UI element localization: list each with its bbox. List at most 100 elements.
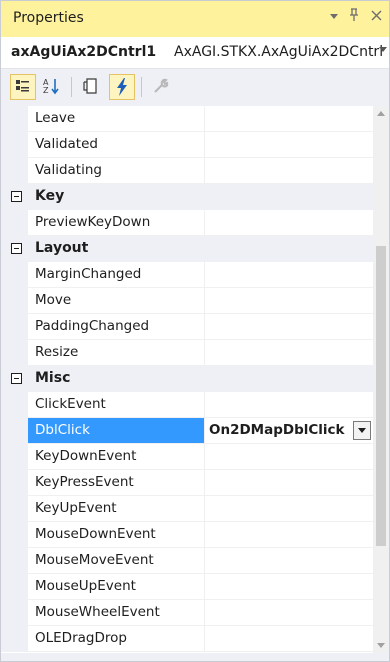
property-name: MouseMoveEvent bbox=[35, 552, 154, 568]
column-divider[interactable] bbox=[204, 418, 205, 444]
lightning-icon bbox=[117, 78, 127, 96]
property-row[interactable]: KeyUpEvent bbox=[1, 496, 373, 522]
object-selector[interactable]: axAgUiAx2DCntrl1 AxAGI.STKX.AxAgUiAx2DCn… bbox=[1, 37, 389, 69]
wrench-icon bbox=[154, 78, 169, 93]
row-gutter bbox=[1, 132, 28, 158]
column-divider[interactable] bbox=[204, 470, 205, 496]
property-row[interactable]: OLEDragDrop bbox=[1, 626, 373, 652]
row-gutter bbox=[1, 288, 28, 314]
row-gutter bbox=[1, 340, 28, 366]
column-divider[interactable] bbox=[204, 626, 205, 652]
property-name: Move bbox=[35, 292, 72, 308]
property-row[interactable]: MouseWheelEvent bbox=[1, 600, 373, 626]
property-row-selected[interactable]: DblClick On2DMapDblClick bbox=[1, 418, 373, 444]
property-row[interactable]: Validating bbox=[1, 158, 373, 184]
category-row[interactable]: Misc bbox=[1, 366, 373, 392]
collapse-toggle-icon[interactable] bbox=[11, 243, 22, 254]
events-button[interactable] bbox=[109, 74, 135, 100]
property-name: KeyPressEvent bbox=[35, 474, 134, 490]
property-row[interactable]: ClickEvent bbox=[1, 392, 373, 418]
property-name: KeyDownEvent bbox=[35, 448, 137, 464]
property-grid: Leave Validated Validating Key PreviewKeyDow… bbox=[1, 106, 389, 653]
category-label: Misc bbox=[35, 370, 71, 386]
property-row[interactable]: KeyDownEvent bbox=[1, 444, 373, 470]
column-divider[interactable] bbox=[204, 132, 205, 158]
title-bar: Properties bbox=[1, 1, 389, 37]
close-icon[interactable] bbox=[367, 8, 385, 28]
property-row[interactable]: MouseDownEvent bbox=[1, 522, 373, 548]
category-row[interactable]: Key bbox=[1, 184, 373, 210]
row-gutter bbox=[1, 522, 28, 548]
toolbar: A Z bbox=[1, 69, 389, 105]
svg-text:Z: Z bbox=[43, 86, 49, 95]
panel-title: Properties bbox=[13, 10, 84, 26]
property-settings-button[interactable] bbox=[149, 74, 175, 100]
toolbar-separator bbox=[141, 77, 142, 97]
sort-az-icon: A Z bbox=[43, 78, 59, 95]
property-name: Validated bbox=[35, 136, 98, 152]
property-row[interactable]: MarginChanged bbox=[1, 262, 373, 288]
scroll-down-arrow-icon[interactable] bbox=[373, 637, 389, 653]
column-divider[interactable] bbox=[204, 288, 205, 314]
panel-footer bbox=[1, 653, 389, 661]
row-gutter bbox=[1, 444, 28, 470]
row-gutter bbox=[1, 314, 28, 340]
object-name: axAgUiAx2DCntrl1 bbox=[11, 44, 157, 60]
column-divider[interactable] bbox=[204, 496, 205, 522]
column-divider[interactable] bbox=[204, 574, 205, 600]
collapse-toggle-icon[interactable] bbox=[11, 373, 22, 384]
alphabetical-view-button[interactable]: A Z bbox=[39, 74, 65, 100]
column-divider[interactable] bbox=[204, 158, 205, 184]
property-row[interactable]: KeyPressEvent bbox=[1, 470, 373, 496]
property-row[interactable]: Move bbox=[1, 288, 373, 314]
row-gutter bbox=[1, 262, 28, 288]
property-row[interactable]: MouseMoveEvent bbox=[1, 548, 373, 574]
row-gutter bbox=[1, 392, 28, 418]
property-name: DblClick bbox=[35, 422, 90, 438]
column-divider[interactable] bbox=[204, 522, 205, 548]
column-divider[interactable] bbox=[204, 444, 205, 470]
property-row[interactable]: PreviewKeyDown bbox=[1, 210, 373, 236]
column-divider[interactable] bbox=[204, 392, 205, 418]
category-row[interactable]: Layout bbox=[1, 236, 373, 262]
property-row[interactable]: Leave bbox=[1, 106, 373, 132]
auto-hide-pin-icon[interactable] bbox=[345, 8, 363, 28]
property-name: MarginChanged bbox=[35, 266, 142, 282]
row-gutter bbox=[1, 470, 28, 496]
value-dropdown-button[interactable] bbox=[353, 421, 371, 440]
categorized-view-button[interactable] bbox=[10, 74, 36, 100]
property-row[interactable]: MouseUpEvent bbox=[1, 574, 373, 600]
row-gutter bbox=[1, 106, 28, 132]
row-gutter bbox=[1, 418, 28, 444]
window-position-dropdown-icon[interactable] bbox=[325, 8, 343, 28]
property-name: MouseDownEvent bbox=[35, 526, 156, 542]
toolbar-separator bbox=[71, 77, 72, 97]
column-divider[interactable] bbox=[204, 262, 205, 288]
property-row[interactable]: PaddingChanged bbox=[1, 314, 373, 340]
column-divider[interactable] bbox=[204, 210, 205, 236]
row-gutter bbox=[1, 496, 28, 522]
property-pages-icon bbox=[83, 78, 97, 94]
property-value[interactable]: On2DMapDblClick bbox=[209, 422, 345, 438]
property-name: MouseWheelEvent bbox=[35, 604, 160, 620]
chevron-down-icon[interactable] bbox=[379, 46, 387, 56]
column-divider[interactable] bbox=[204, 106, 205, 132]
row-gutter bbox=[1, 548, 28, 574]
property-name: MouseUpEvent bbox=[35, 578, 136, 594]
scroll-thumb[interactable] bbox=[376, 246, 386, 546]
property-name: PaddingChanged bbox=[35, 318, 150, 334]
collapse-toggle-icon[interactable] bbox=[11, 191, 22, 202]
row-gutter bbox=[1, 210, 28, 236]
scroll-up-arrow-icon[interactable] bbox=[373, 106, 389, 122]
property-name: Leave bbox=[35, 110, 76, 126]
vertical-scrollbar[interactable] bbox=[373, 106, 389, 653]
property-row[interactable]: Validated bbox=[1, 132, 373, 158]
column-divider[interactable] bbox=[204, 340, 205, 366]
property-name: Validating bbox=[35, 162, 102, 178]
property-row[interactable]: Resize bbox=[1, 340, 373, 366]
column-divider[interactable] bbox=[204, 314, 205, 340]
property-pages-button[interactable] bbox=[79, 74, 105, 100]
column-divider[interactable] bbox=[204, 600, 205, 626]
column-divider[interactable] bbox=[204, 548, 205, 574]
property-name: ClickEvent bbox=[35, 396, 106, 412]
